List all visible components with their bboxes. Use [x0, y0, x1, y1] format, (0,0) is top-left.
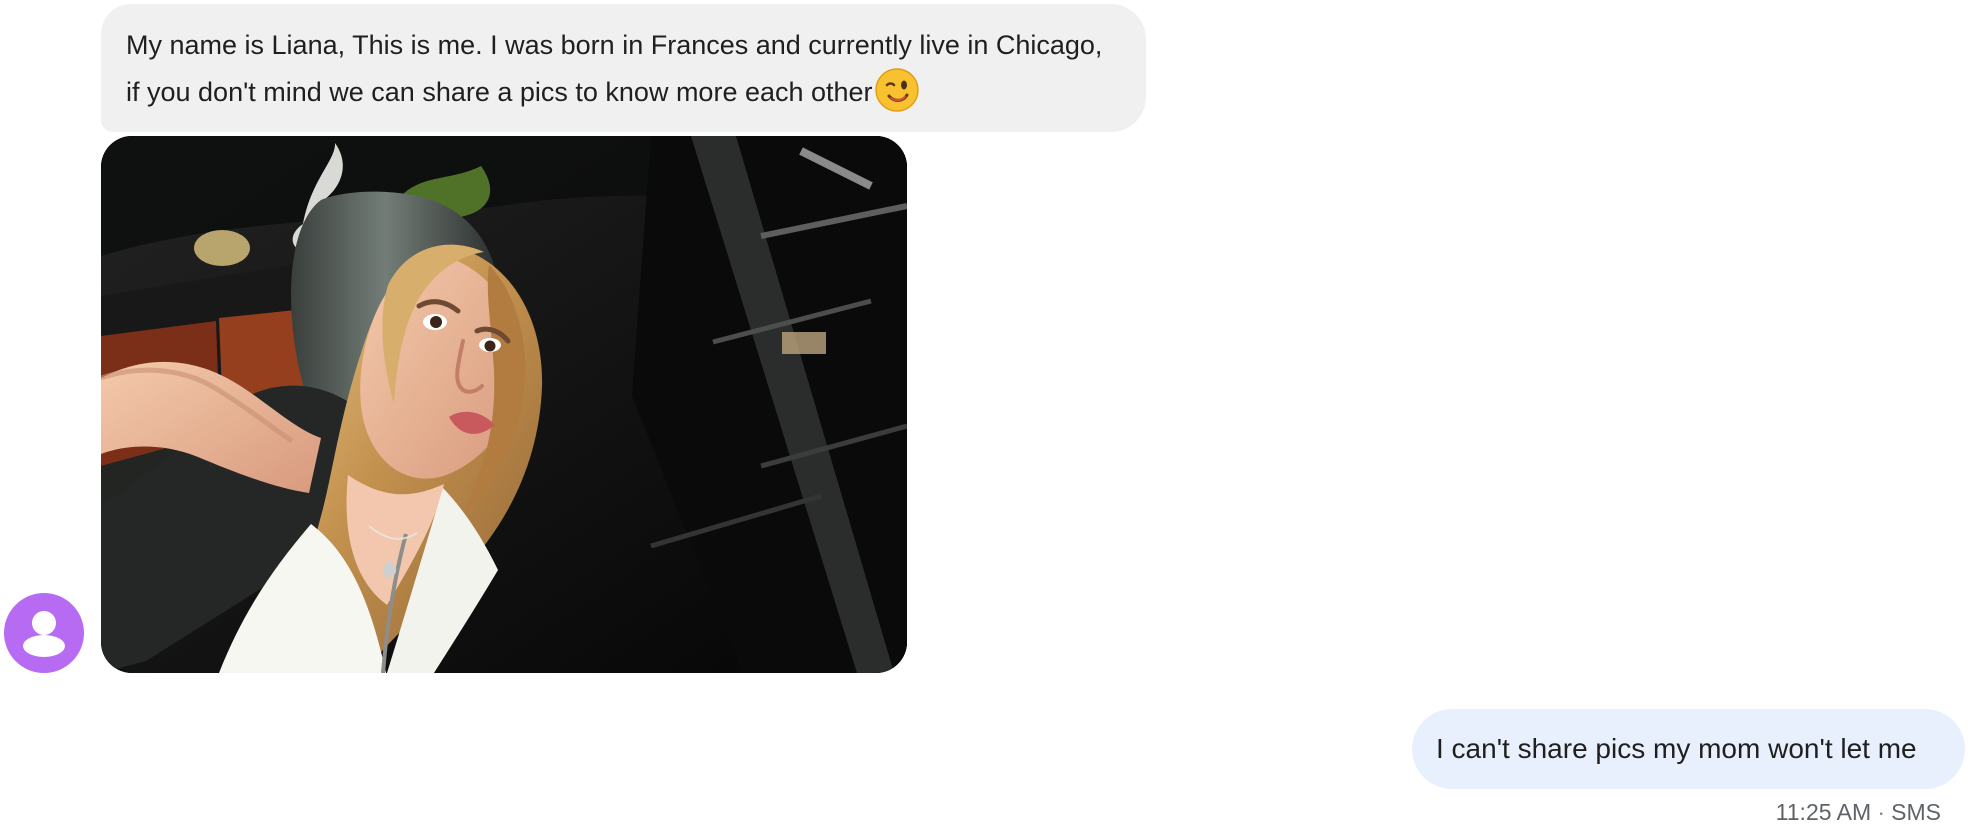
message-metadata: 11:25 AM · SMS [1776, 798, 1941, 826]
incoming-message-bubble[interactable]: My name is Liana, This is me. I was born… [101, 4, 1146, 132]
message-thread: My name is Liana, This is me. I was born… [0, 0, 1974, 838]
outgoing-message-text: I can't share pics my mom won't let me [1436, 733, 1917, 764]
person-icon [23, 611, 65, 657]
incoming-message-text: My name is Liana, This is me. I was born… [126, 30, 1103, 107]
incoming-message-group: My name is Liana, This is me. I was born… [0, 0, 1160, 680]
message-time: 11:25 AM [1775, 798, 1872, 825]
winking-face-emoji-icon [874, 68, 919, 112]
contact-avatar[interactable] [4, 593, 84, 673]
photo-attachment[interactable] [101, 136, 907, 673]
outgoing-message-bubble[interactable]: I can't share pics my mom won't let me [1412, 709, 1965, 789]
message-channel: SMS [1891, 798, 1941, 825]
photo-attachment-image [101, 136, 907, 673]
metadata-separator: · [1877, 798, 1885, 825]
